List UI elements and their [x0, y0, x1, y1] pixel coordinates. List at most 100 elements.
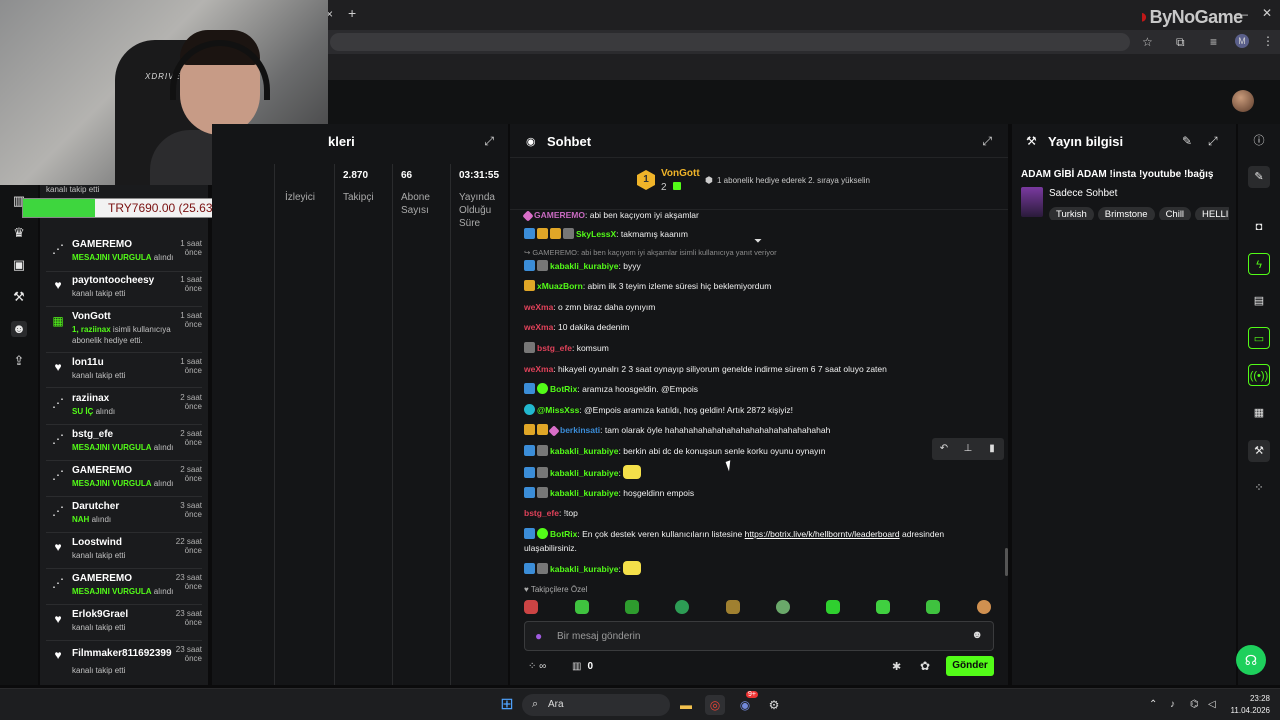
- emote[interactable]: [726, 600, 740, 614]
- reply-icon[interactable]: ↶: [932, 438, 956, 460]
- chat-username[interactable]: berkinsati: [560, 425, 600, 435]
- chat-scrollbar[interactable]: [1005, 548, 1008, 576]
- chat-message[interactable]: kabakli_kurabiye:: [524, 465, 994, 480]
- video-icon[interactable]: ▣: [11, 257, 27, 273]
- chat-message[interactable]: weXma: hikayeli oyunalrı 2 3 saat oynayı…: [524, 362, 994, 376]
- chat-message[interactable]: xMuazBorn: abim ilk 3 teyim izleme süres…: [524, 279, 994, 293]
- chat-message[interactable]: BotRix: En çok destek veren kullanıcılar…: [524, 527, 994, 555]
- chat-message[interactable]: bstg_efe: !top: [524, 506, 994, 520]
- chat-message[interactable]: berkinsati: tam olarak öyle hahahahahaha…: [524, 423, 994, 437]
- volume-icon[interactable]: ◁: [1208, 699, 1216, 710]
- chat-message[interactable]: weXma: 10 dakika dedenim: [524, 320, 994, 334]
- feed-user[interactable]: lon11u: [72, 357, 104, 368]
- emote[interactable]: [776, 600, 790, 614]
- mic-icon[interactable]: ♪: [1170, 699, 1175, 710]
- emote[interactable]: [977, 600, 991, 614]
- chat-username[interactable]: @MissXss: [537, 405, 579, 415]
- bookmark-star-icon[interactable]: ☆: [1142, 35, 1153, 49]
- tag-chip[interactable]: HELLI: [1195, 207, 1229, 220]
- edit-icon[interactable]: ✎: [1182, 134, 1192, 148]
- network-icon[interactable]: ⌬: [1190, 699, 1199, 710]
- chat-username[interactable]: BotRix: [550, 529, 577, 539]
- chat-message[interactable]: weXma: o zmn biraz daha oynıyım: [524, 300, 994, 314]
- capture-icon[interactable]: ◘: [1248, 216, 1270, 238]
- chat-message[interactable]: SkyLessX: takmamış kaanım: [524, 227, 994, 241]
- emote[interactable]: [575, 600, 589, 614]
- user-avatar[interactable]: [1232, 90, 1254, 112]
- emote[interactable]: [625, 600, 639, 614]
- chat-input[interactable]: ● Bir mesaj gönderin ☻: [524, 621, 994, 651]
- expand-icon[interactable]: ⤢: [484, 134, 494, 149]
- top-gifter-name[interactable]: VonGott: [661, 168, 700, 179]
- chat-message[interactable]: bstg_efe: komsum: [524, 341, 994, 355]
- delete-icon[interactable]: ▮: [980, 438, 1004, 460]
- feed-user[interactable]: bstg_efe: [72, 429, 113, 440]
- gear-icon[interactable]: ✱: [892, 660, 901, 673]
- chat-username[interactable]: kabakli_kurabiye: [550, 446, 619, 456]
- emote[interactable]: [675, 600, 689, 614]
- users-icon[interactable]: ☻: [11, 321, 27, 337]
- emote[interactable]: [876, 600, 890, 614]
- mic-icon[interactable]: ●: [535, 629, 542, 643]
- address-field[interactable]: [330, 33, 1130, 51]
- feed-user[interactable]: paytontoocheesy: [72, 275, 154, 286]
- emote[interactable]: [826, 600, 840, 614]
- feed-user[interactable]: VonGott: [72, 311, 111, 322]
- steam-icon[interactable]: ⚙: [764, 695, 784, 715]
- trophy-icon[interactable]: ♛: [11, 225, 27, 241]
- extensions-icon[interactable]: ⧉: [1176, 35, 1185, 50]
- wrench-icon[interactable]: ⚒: [11, 289, 27, 305]
- feed-user[interactable]: Loostwind: [72, 537, 122, 548]
- chat-message[interactable]: kabakli_kurabiye:: [524, 561, 994, 576]
- chat-username[interactable]: weXma: [524, 322, 553, 332]
- chat-username[interactable]: BotRix: [550, 384, 577, 394]
- window-close-icon[interactable]: ✕: [1262, 6, 1272, 20]
- document-icon[interactable]: ▤: [1248, 290, 1270, 312]
- discord-icon[interactable]: ◉: [735, 695, 755, 715]
- chat-username[interactable]: weXma: [524, 364, 553, 374]
- tag-chip[interactable]: Chill: [1158, 207, 1192, 220]
- tag-chip[interactable]: Turkish: [1049, 207, 1094, 220]
- menu-dots-icon[interactable]: ⋮: [1262, 34, 1274, 48]
- bolt-icon[interactable]: ϟ: [1248, 253, 1270, 275]
- upload-icon[interactable]: ⇪: [11, 353, 27, 369]
- pin-icon[interactable]: ⊥: [956, 438, 980, 460]
- profile-avatar[interactable]: M: [1235, 34, 1249, 48]
- feed-user[interactable]: Erlok9Grael: [72, 609, 128, 620]
- new-tab-icon[interactable]: +: [348, 5, 356, 21]
- chat-username[interactable]: kabakli_kurabiye: [550, 564, 619, 574]
- broadcast-icon[interactable]: ((•)): [1248, 364, 1270, 386]
- chat-message[interactable]: kabakli_kurabiye: hoşgeldinn empois: [524, 486, 994, 500]
- chat-username[interactable]: SkyLessX: [576, 229, 616, 239]
- emote-picker-icon[interactable]: ✿: [920, 659, 930, 673]
- chat-username[interactable]: bstg_efe: [524, 508, 559, 518]
- chat-username[interactable]: bstg_efe: [537, 343, 572, 353]
- tray-chevron-icon[interactable]: ⌃: [1149, 699, 1157, 710]
- chat-username[interactable]: kabakli_kurabiye: [550, 468, 619, 478]
- chat-message[interactable]: @MissXss: @Empois aramıza katıldı, hoş g…: [524, 403, 994, 417]
- chat-message[interactable]: BotRix: aramıza hoosgeldin. @Empois: [524, 382, 994, 396]
- chat-message[interactable]: GAMEREMO: abi ben kaçıyom iyi akşamlar: [522, 208, 994, 222]
- info-icon[interactable]: ⓘ: [1248, 130, 1270, 152]
- feed-user[interactable]: Filmmaker811692399: [72, 648, 172, 659]
- feed-user[interactable]: GAMEREMO: [72, 465, 132, 476]
- send-button[interactable]: Gönder: [946, 656, 994, 676]
- chat-username[interactable]: weXma: [524, 302, 553, 312]
- emoji-icon[interactable]: ☻: [971, 629, 983, 641]
- expand-icon[interactable]: ⤢: [1208, 134, 1218, 149]
- chrome-icon[interactable]: ◎: [705, 695, 725, 715]
- chat-icon[interactable]: ▭: [1248, 327, 1270, 349]
- chat-username[interactable]: kabakli_kurabiye: [550, 488, 619, 498]
- wrench-icon[interactable]: ⚒: [1248, 440, 1270, 462]
- feed-user[interactable]: GAMEREMO: [72, 573, 132, 584]
- tag-chip[interactable]: Brimstone: [1097, 207, 1155, 220]
- help-headset-icon[interactable]: ☊: [1236, 645, 1266, 675]
- chat-message[interactable]: kabakli_kurabiye: berkin abi dc de konuş…: [524, 444, 994, 458]
- file-explorer-icon[interactable]: ▬: [676, 695, 696, 715]
- feed-user[interactable]: Darutcher: [72, 501, 119, 512]
- feed-user[interactable]: raziinax: [72, 393, 109, 404]
- stream-category[interactable]: Sadece Sohbet: [1049, 188, 1117, 199]
- taskbar-search[interactable]: ⌕ Ara: [522, 694, 670, 716]
- chat-username[interactable]: kabakli_kurabiye: [550, 261, 619, 271]
- chat-username[interactable]: GAMEREMO: [534, 210, 585, 220]
